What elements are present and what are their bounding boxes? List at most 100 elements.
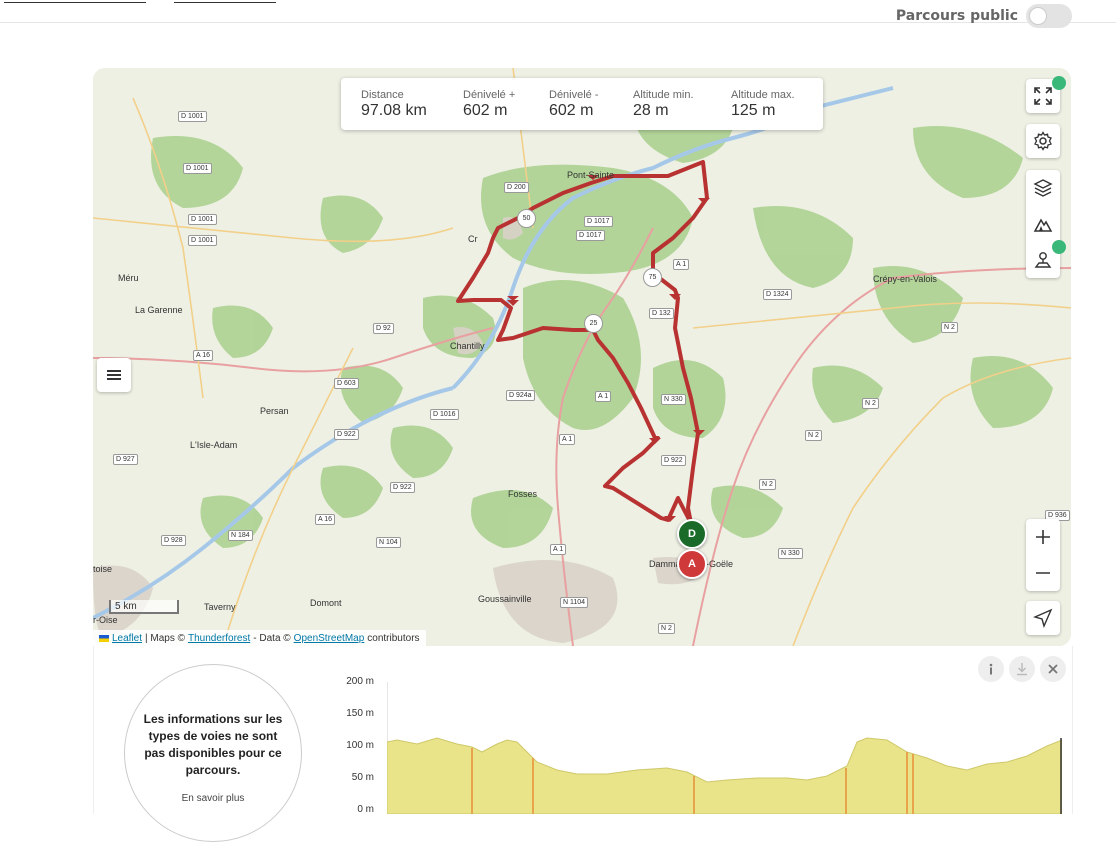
leaflet-link[interactable]: Leaflet xyxy=(112,633,142,644)
road-label: A 16 xyxy=(315,514,336,525)
road-label: D 92 xyxy=(373,323,394,334)
road-label: A 1 xyxy=(559,434,576,445)
download-icon xyxy=(1017,663,1027,676)
stat-elevation-gain: Dénivelé + 602 m xyxy=(463,78,549,130)
road-label: D 1001 xyxy=(183,163,212,174)
elevation-button[interactable] xyxy=(1026,206,1060,242)
y-tick-label: 200 m xyxy=(346,676,374,687)
zoom-out-icon xyxy=(1036,572,1050,574)
zoom-in-icon xyxy=(1036,530,1050,544)
map-tiles xyxy=(93,68,1071,646)
place-label: Fosses xyxy=(508,489,538,499)
layers-icon xyxy=(1033,179,1053,197)
road-label: D 1001 xyxy=(188,235,217,246)
road-label: N 2 xyxy=(759,479,776,490)
road-label: D 928 xyxy=(161,535,186,546)
public-route-toggle[interactable] xyxy=(1026,4,1072,28)
surface-info-message: Les informations sur les types de voies … xyxy=(143,712,283,777)
public-route-toggle-row: Parcours public xyxy=(896,4,1072,28)
map-menu-button[interactable] xyxy=(97,358,131,392)
stat-label: Dénivelé - xyxy=(549,88,599,101)
public-route-label: Parcours public xyxy=(895,8,1018,24)
close-icon xyxy=(1048,664,1058,674)
road-label: A 1 xyxy=(595,391,612,402)
locate-icon xyxy=(1033,608,1053,628)
elevation-fill xyxy=(387,737,1062,814)
road-label: D 1324 xyxy=(763,289,792,300)
place-label: Domont xyxy=(310,598,342,608)
map-layer-controls xyxy=(1026,170,1060,278)
road-label: D 1016 xyxy=(430,409,459,420)
zoom-in-button[interactable] xyxy=(1026,519,1060,555)
stat-value: 125 m xyxy=(731,101,776,119)
place-label: Crépy-en-Valois xyxy=(873,274,937,284)
stat-distance: Distance 97.08 km xyxy=(361,78,463,130)
locate-button[interactable] xyxy=(1026,601,1060,635)
close-profile-button[interactable] xyxy=(1040,656,1066,682)
stat-value: 97.08 km xyxy=(361,101,427,119)
poi-icon xyxy=(1034,252,1052,268)
stat-label: Distance xyxy=(361,88,404,101)
end-marker[interactable]: A xyxy=(677,549,707,579)
attribution-text: contributors xyxy=(367,632,420,644)
road-label: N 1104 xyxy=(560,597,589,608)
layers-button[interactable] xyxy=(1026,170,1060,206)
road-label: N 330 xyxy=(778,548,803,559)
route-stats-panel: Distance 97.08 km Dénivelé + 602 m Déniv… xyxy=(341,78,823,130)
learn-more-link[interactable]: En savoir plus xyxy=(125,793,301,804)
toggle-knob xyxy=(1029,7,1047,25)
road-label: D 927 xyxy=(113,454,138,465)
map-scale: 5 km xyxy=(109,600,179,614)
km-marker[interactable]: 75 xyxy=(643,268,662,287)
place-label: L'Isle-Adam xyxy=(190,440,238,450)
stat-value: 602 m xyxy=(463,101,508,119)
place-label: Chantilly xyxy=(450,341,485,351)
place-label: Méru xyxy=(118,273,139,283)
road-label: D 1001 xyxy=(188,214,217,225)
road-label: N 104 xyxy=(376,537,401,548)
stat-value: 28 m xyxy=(633,101,669,119)
elevation-profile-chart[interactable] xyxy=(387,682,1062,814)
place-label: r-Oise xyxy=(93,615,118,625)
info-icon xyxy=(989,663,993,675)
settings-button[interactable] xyxy=(1026,124,1060,158)
route-map[interactable]: Pont-Sainte Cr Méru La Garenne Chantilly… xyxy=(93,68,1071,646)
top-nav-link-2[interactable] xyxy=(174,0,276,3)
road-label: A 1 xyxy=(673,259,690,270)
road-label: N 2 xyxy=(862,398,879,409)
road-label: N 2 xyxy=(941,322,958,333)
km-marker[interactable]: 25 xyxy=(584,314,603,333)
road-label: D 1017 xyxy=(576,230,605,241)
map-attribution: Leaflet | Maps © Thunderforest - Data © … xyxy=(93,630,426,646)
start-marker[interactable]: D xyxy=(677,519,707,549)
road-label: A 1 xyxy=(550,544,567,555)
ukraine-flag-icon xyxy=(99,634,109,642)
osm-link[interactable]: OpenStreetMap xyxy=(294,633,365,644)
attribution-text: - Data © xyxy=(253,632,291,644)
place-label: La Garenne xyxy=(135,305,183,315)
place-label: Pont-Sainte xyxy=(567,170,615,180)
place-label: Cr xyxy=(468,234,478,244)
elevation-section: Les informations sur les types de voies … xyxy=(93,646,1073,842)
place-label: toise xyxy=(93,564,113,574)
km-marker[interactable]: 50 xyxy=(517,209,536,228)
navigation-badge-icon xyxy=(1052,76,1066,90)
road-label: D 922 xyxy=(334,429,359,440)
top-nav-link-1[interactable] xyxy=(4,0,146,3)
info-button[interactable] xyxy=(978,656,1004,682)
elevation-y-axis: 200 m 150 m 100 m 50 m 0 m xyxy=(334,676,374,816)
road-label: D 603 xyxy=(334,378,359,389)
road-label: N 2 xyxy=(805,430,822,441)
stat-value: 602 m xyxy=(549,101,594,119)
road-label: N 2 xyxy=(658,623,675,634)
y-tick-label: 50 m xyxy=(351,772,374,783)
road-label: D 922 xyxy=(661,455,686,466)
thunderforest-link[interactable]: Thunderforest xyxy=(188,633,250,644)
menu-icon xyxy=(107,370,121,380)
road-label: N 330 xyxy=(661,394,686,405)
download-button[interactable] xyxy=(1009,656,1035,682)
road-label: D 1001 xyxy=(178,111,207,122)
stat-label: Dénivelé + xyxy=(463,88,516,101)
stat-altitude-max: Altitude max. 125 m xyxy=(731,78,821,130)
zoom-out-button[interactable] xyxy=(1026,555,1060,591)
